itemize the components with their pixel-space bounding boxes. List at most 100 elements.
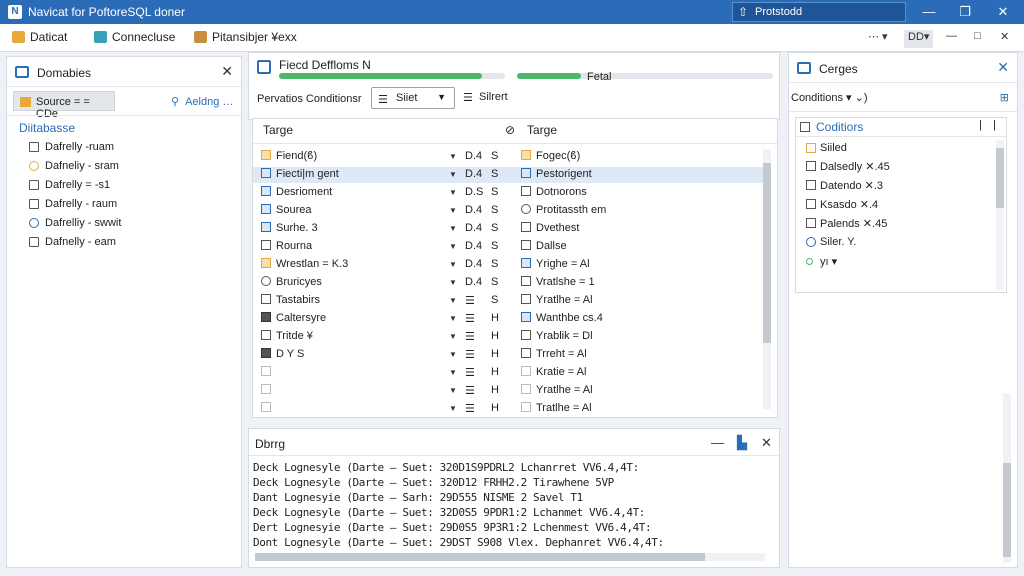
table-row[interactable]: Caltersyre ▼ ☰ H Wanthbe cs.4 [253,311,763,327]
table-row[interactable]: ▼ ☰ H Yratlhe = Al [253,383,763,399]
table-icon [29,142,39,152]
database-item[interactable]: Dafneliy ‑ sram [29,160,119,172]
close-icon[interactable]: ✕ [221,63,233,80]
target-field-name: Wanthbe cs.4 [536,312,603,324]
database-item[interactable]: Dafrelly ‑ruam [29,141,114,153]
table-row[interactable]: Fiecti|m gent ▼ D.4 S Pestorigent [253,167,763,183]
condition-item[interactable]: Siler. Y. [806,236,856,248]
condition-label: Dalsedly ✕.45 [820,161,890,173]
source-field-cell: Surhe. 3 [261,222,318,234]
chevron-down-icon[interactable]: ▼ [449,404,457,413]
view-mode-button[interactable]: DD▾ [904,30,934,48]
conditions-dropdown[interactable]: Conditions ▾ ⌄) [791,91,868,104]
table-row[interactable]: ▼ ☰ H Tratlhe = Al [253,401,763,417]
chevron-down-icon[interactable]: ▼ [449,206,457,215]
chevron-down-icon[interactable]: ▼ [449,350,457,359]
table-row[interactable]: D Y S ▼ ☰ H Trreht = Al [253,347,763,363]
type-cell: ☰ [465,295,475,307]
condition-item[interactable]: Palends ✕.45 [806,217,887,230]
table-row[interactable]: Surhe. 3 ▼ D.4 S Dvethest [253,221,763,237]
table-row[interactable]: Tritde ¥ ▼ ☰ H Yrablik = Dl [253,329,763,345]
log-scrollbar[interactable] [255,553,765,561]
log-line: Dant Lognesyie (Darte – Sarh: 29D555 NIS… [253,491,583,504]
table-row[interactable]: Sourea ▼ D.4 S Protitassth em [253,203,763,219]
panel-icon [257,60,271,74]
scrollbar-thumb[interactable] [1003,463,1011,557]
size-cell: H [491,402,499,414]
field-icon [261,384,271,394]
table-row[interactable]: Wrestlan = K.3 ▼ D.4 S Yrighe = Al [253,257,763,273]
minimize-icon[interactable]: — [711,435,724,450]
close-icon[interactable]: ✕ [761,435,772,451]
database-item[interactable]: Dafrelly ‑ raum [29,198,117,210]
target-field-cell: Trreht = Al [521,348,587,360]
size-cell: H [491,330,499,342]
chevron-down-icon[interactable]: ▼ [449,278,457,287]
restore-panel-button[interactable]: — [946,30,957,48]
grid-link-icon[interactable]: ⊞ [1000,91,1009,104]
chevron-down-icon[interactable]: ▼ [449,152,457,161]
panel-close-button[interactable]: ✕ [1000,30,1009,48]
table-row[interactable]: ▼ ☰ H Kratie = Al [253,365,763,381]
field-icon [261,222,271,232]
menu-item-transfer[interactable]: Pitansibjer ¥exx [194,30,297,48]
chevron-down-icon[interactable]: ▼ [449,368,457,377]
menu-item-database[interactable]: Daticat [12,30,67,48]
type-cell: D.4 [465,276,483,288]
target-field-cell: Dallse [521,240,567,252]
minimize-button[interactable]: — [914,3,944,21]
panel-title: Domabies [37,66,92,80]
database-item[interactable]: Dafrelly = ‑s1 [29,179,110,191]
field-icon [521,150,531,160]
table-row[interactable]: Bruricyes ▼ D.4 S Vratlshe = 1 [253,275,763,291]
checkbox-icon[interactable] [800,122,810,132]
search-box[interactable]: ⇧ Protstodd [732,2,906,22]
right-panel-scrollbar[interactable] [1003,393,1011,563]
grid-scrollbar[interactable] [763,149,771,409]
chevron-down-icon[interactable]: ▼ [449,296,457,305]
column-divider-icon: | [993,119,996,131]
search-link[interactable]: ⚲ Aeldng … [171,95,233,108]
condition-item[interactable]: yı ▾ [806,255,837,268]
chevron-down-icon[interactable]: ▼ [449,332,457,341]
chevron-down-icon[interactable]: ▼ [449,386,457,395]
chevron-down-icon[interactable]: ▼ [449,188,457,197]
condition-item[interactable]: Siiled [806,142,847,154]
chevron-down-icon[interactable]: ▼ [449,314,457,323]
log-panel: Dbrrg — ▙ ✕ Deck Lognesyle (Darte – Suet… [248,428,780,568]
source-filter[interactable]: Source = = CDe [13,91,115,120]
pin-icon[interactable]: ▙ [737,435,747,451]
panel-maximize-button[interactable]: □ [974,30,981,48]
chevron-down-icon[interactable]: ▼ [449,170,457,179]
condition-item[interactable]: Datendo ✕.3 [806,179,883,192]
database-item[interactable]: Dafnelly ‑ eam [29,236,116,248]
chevron-down-icon[interactable]: ▼ [449,260,457,269]
close-icon[interactable]: ✕ [997,59,1009,76]
dropdown-menu-button[interactable]: ⋯ ▾ [868,30,888,48]
condition-item[interactable]: Ksasdo ✕.4 [806,198,878,211]
table-row[interactable]: Fiend(ϐ) ▼ D.4 S Fogec(ϐ) [253,149,763,165]
scrollbar-thumb[interactable] [996,148,1004,208]
target-field-name: Kratie = Al [536,366,587,378]
table-row[interactable]: Desrioment ▼ D.S S Dotnorons [253,185,763,201]
menu-item-connections[interactable]: Connecluse [94,30,175,48]
target-field-cell: Yrighe = Al [521,258,590,270]
select-button[interactable]: ☰ Silrert [463,91,508,104]
close-button[interactable]: ✕ [988,3,1018,21]
changes-panel: Cerges ✕ Conditions ▾ ⌄) ⊞ Coditiors | |… [788,52,1018,568]
scrollbar-thumb[interactable] [255,553,705,561]
maximize-button[interactable]: ❐ [950,3,980,21]
panel-title: Cerges [819,62,858,76]
table-row[interactable]: Tastabirs ▼ ☰ S Yratlhe = Al [253,293,763,309]
database-item[interactable]: Dafrelliy ‑ swwit [29,217,121,229]
chevron-down-icon[interactable]: ▼ [449,242,457,251]
scrollbar-thumb[interactable] [763,163,771,343]
chevron-down-icon[interactable]: ▼ [449,224,457,233]
conditions-scrollbar[interactable] [996,140,1004,290]
size-cell: S [491,222,499,234]
conditions-select[interactable]: ☰ Siiet ▼ [371,87,455,109]
table-icon [806,161,816,171]
condition-item[interactable]: Dalsedly ✕.45 [806,160,890,173]
table-row[interactable]: Rourna ▼ D.4 S Dallse [253,239,763,255]
search-input[interactable]: Protstodd [755,6,802,18]
